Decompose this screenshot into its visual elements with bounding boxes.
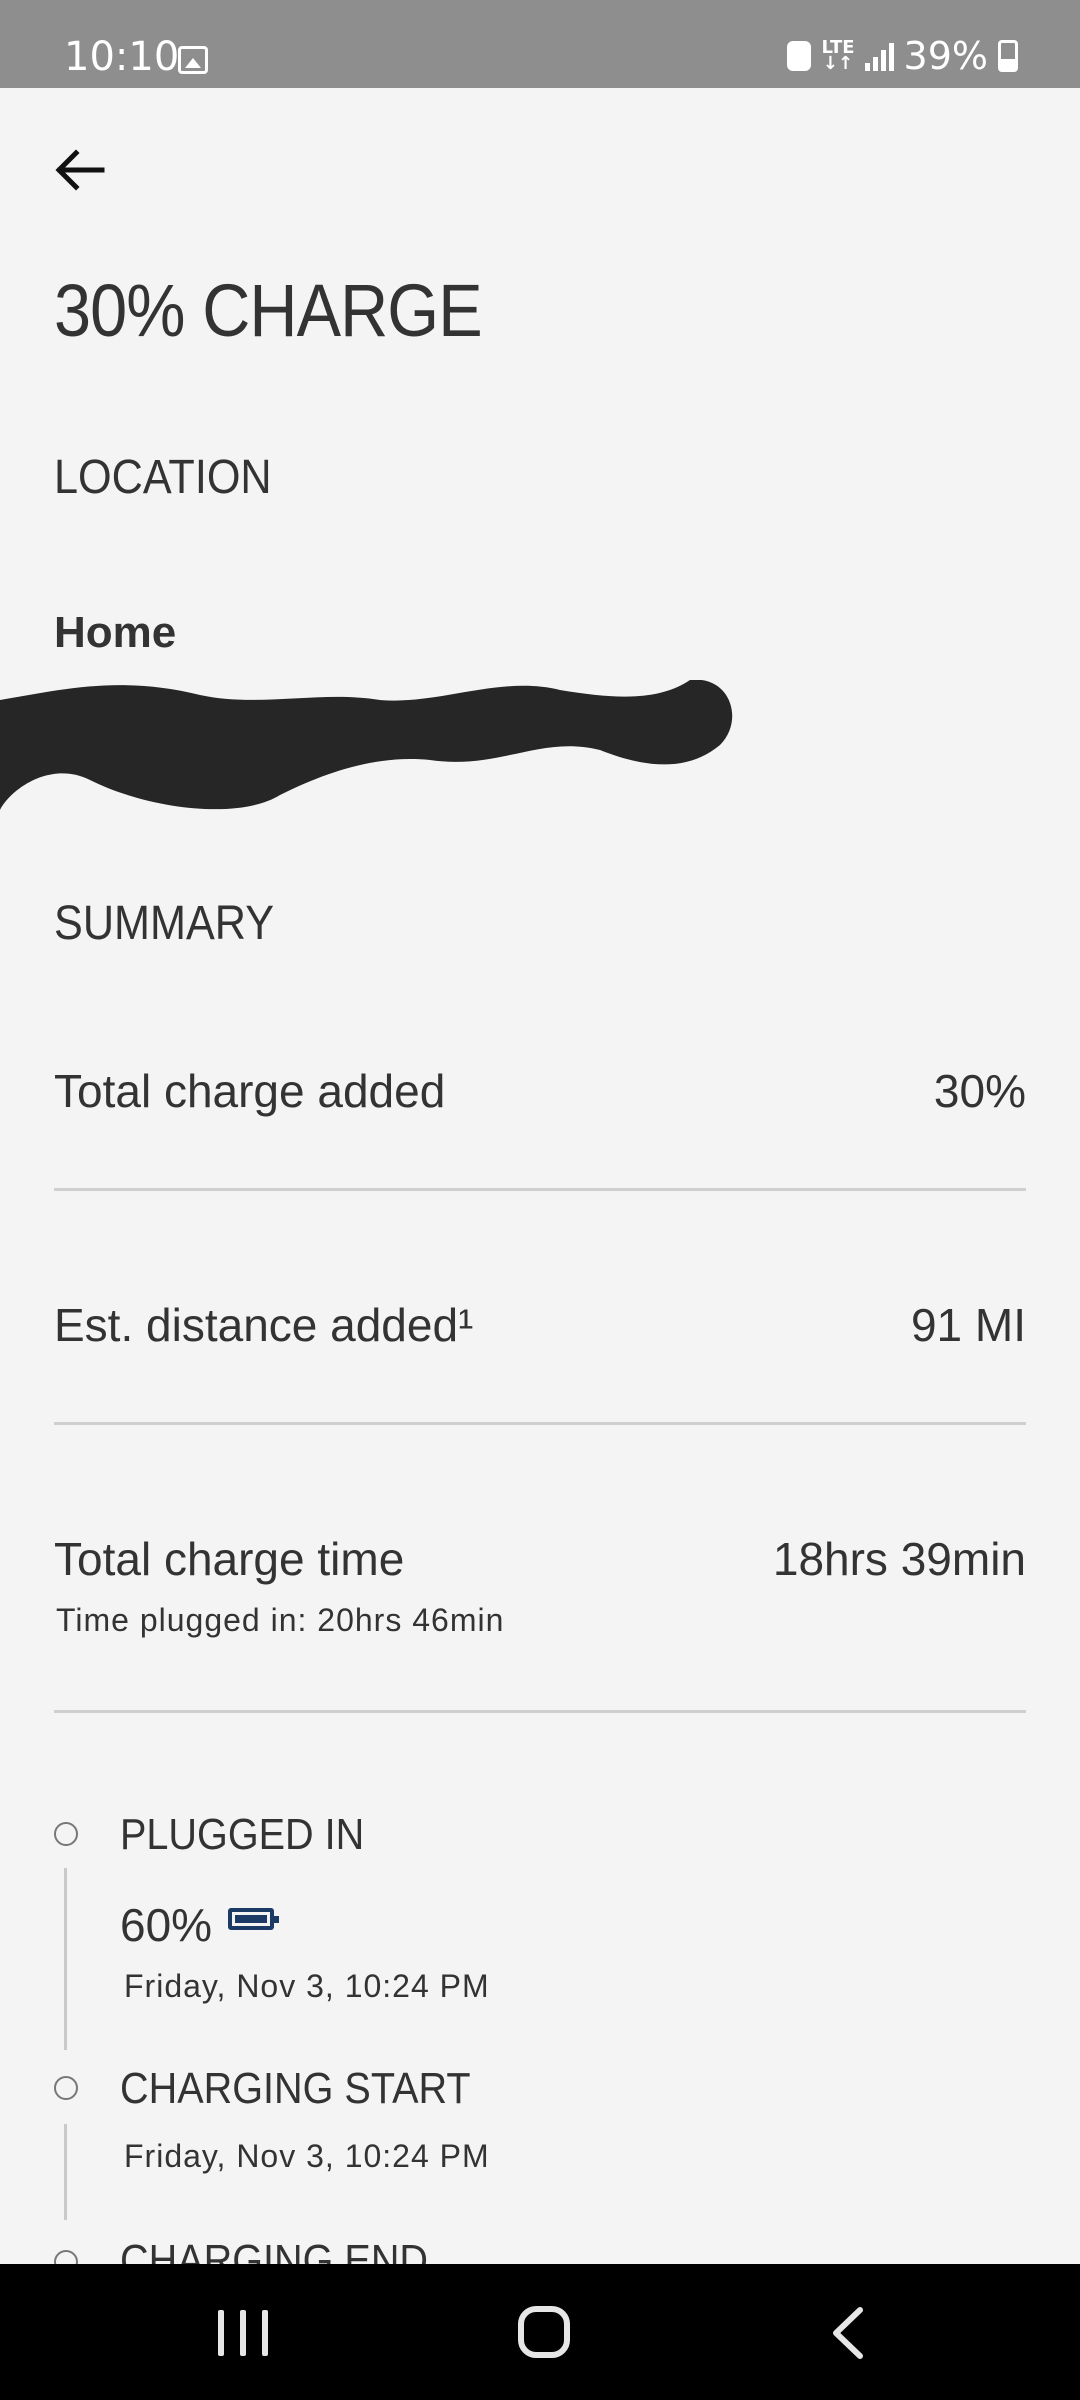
- plugged-in-date: Friday, Nov 3, 10:24 PM: [124, 1968, 490, 2004]
- summary-value: 91 MI: [910, 1299, 1026, 1351]
- signal-icon: [864, 41, 894, 71]
- lock-icon: [787, 41, 812, 71]
- nav-back-button[interactable]: [828, 2306, 868, 2360]
- summary-value: 30%: [933, 1065, 1026, 1117]
- location-heading: LOCATION: [54, 451, 272, 504]
- status-time: 10:10: [64, 34, 180, 80]
- divider: [54, 1422, 1026, 1425]
- network-type: LTE: [821, 37, 855, 58]
- recents-button[interactable]: [218, 2310, 268, 2356]
- timeline-dot: [54, 1822, 78, 1846]
- location-name: Home: [54, 608, 177, 657]
- battery-icon: [998, 40, 1018, 72]
- home-button[interactable]: [518, 2306, 570, 2358]
- summary-label: Total charge added: [54, 1065, 446, 1117]
- timeline-connector: [64, 2124, 67, 2220]
- summary-label: Total charge time: [54, 1533, 405, 1585]
- back-button[interactable]: [50, 140, 110, 200]
- battery-icon: [228, 1908, 279, 1930]
- status-icons: LTE ↓↑ 39%: [787, 34, 1018, 78]
- timeline-connector: [64, 1868, 67, 2050]
- redaction-scribble: [0, 680, 733, 810]
- summary-heading: SUMMARY: [54, 897, 275, 950]
- summary-label: Est. distance added¹: [54, 1299, 474, 1351]
- timeline-title-charging-start: CHARGING START: [120, 2064, 471, 2113]
- image-notification-icon: [178, 46, 208, 74]
- battery-percent: 39%: [903, 34, 988, 78]
- plugged-in-percent: 60%: [120, 1899, 213, 1951]
- divider: [54, 1188, 1026, 1191]
- timeline-dot: [54, 2076, 78, 2100]
- arrow-left-icon: [55, 149, 105, 191]
- page-title: 30% CHARGE: [54, 269, 483, 352]
- timeline-title-plugged-in: PLUGGED IN: [120, 1810, 365, 1859]
- divider: [54, 1710, 1026, 1713]
- navigation-bar: [0, 2264, 1080, 2400]
- status-bar: 10:10 LTE ↓↑ 39%: [0, 0, 1080, 88]
- lte-icon: LTE ↓↑: [821, 37, 855, 74]
- charging-start-date: Friday, Nov 3, 10:24 PM: [124, 2138, 490, 2174]
- summary-value: 18hrs 39min: [772, 1533, 1026, 1585]
- time-plugged-in: Time plugged in: 20hrs 46min: [56, 1602, 505, 1638]
